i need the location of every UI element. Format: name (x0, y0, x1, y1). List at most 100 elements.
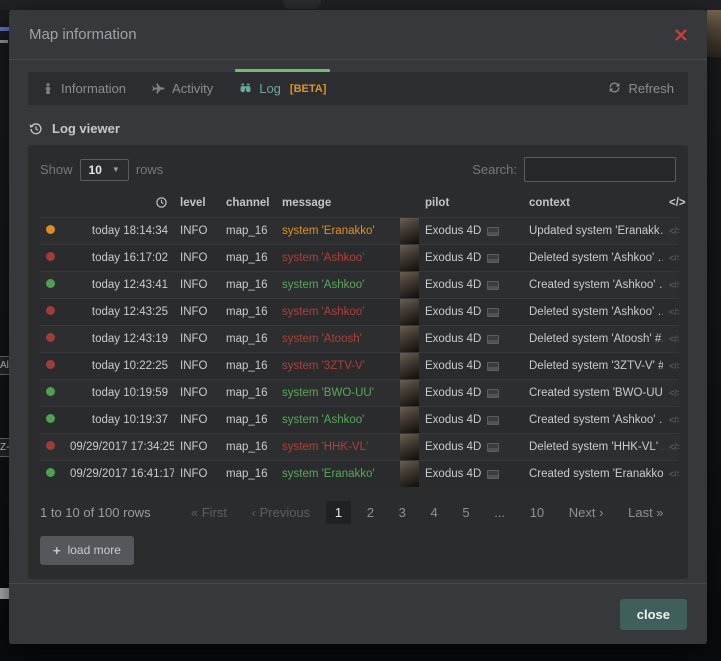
plane-icon (152, 82, 165, 95)
page-size-select[interactable]: 10 ▼ (80, 159, 129, 181)
code-toggle-icon[interactable]: </> (669, 415, 679, 425)
tab-log[interactable]: Log [BETA] (239, 72, 326, 105)
log-row[interactable]: today 10:19:37 INFO map_16 system 'Ashko… (40, 407, 679, 434)
character-card-icon[interactable] (487, 389, 499, 398)
pilot-name: Exodus 4D (425, 306, 481, 318)
log-row[interactable]: today 10:22:25 INFO map_16 system '3ZTV-… (40, 353, 679, 380)
code-toggle-icon[interactable]: </> (669, 388, 679, 398)
context-column-header[interactable]: context (523, 191, 663, 218)
code-toggle-icon[interactable]: </> (669, 280, 679, 290)
channel-column-header[interactable]: channel (220, 191, 276, 218)
character-card-icon[interactable] (487, 254, 499, 263)
character-card-icon[interactable] (487, 470, 499, 479)
code-toggle-icon[interactable]: </> (669, 442, 679, 452)
log-row[interactable]: today 12:43:41 INFO map_16 system 'Ashko… (40, 272, 679, 299)
pilot-avatar (400, 353, 419, 379)
beta-badge: [BETA] (290, 83, 326, 95)
pilot-column-header[interactable]: pilot (419, 191, 523, 218)
pilot-name: Exodus 4D (425, 252, 481, 264)
pager: « First ‹ Previous 12345... 10 Next › Las… (179, 501, 676, 524)
context-cell: Deleted system 'Ashkoo' … (523, 245, 663, 272)
code-toggle-icon[interactable]: </> (669, 307, 679, 317)
status-cell (40, 245, 64, 272)
pilot-avatar (400, 326, 419, 352)
avatar-cell (394, 245, 419, 272)
pager-page[interactable]: 4 (421, 501, 446, 524)
channel-cell: map_16 (220, 218, 276, 245)
pager-next[interactable]: Next › (560, 501, 613, 524)
pilot-cell: Exodus 4D (419, 245, 523, 272)
message-cell: system 'Ashkoo' (276, 407, 394, 434)
context-cell: Updated system 'Eranakk… (523, 218, 663, 245)
channel-cell: map_16 (220, 272, 276, 299)
context-cell: Created system 'Ashkoo' … (523, 272, 663, 299)
pager-page[interactable]: 2 (358, 501, 383, 524)
pager-page[interactable]: 3 (390, 501, 415, 524)
search-input[interactable] (524, 157, 676, 182)
level-column-header[interactable]: level (174, 191, 220, 218)
level-cell: INFO (174, 461, 220, 488)
log-row[interactable]: today 12:43:19 INFO map_16 system 'Atoos… (40, 326, 679, 353)
close-icon[interactable] (675, 29, 687, 41)
level-cell: INFO (174, 326, 220, 353)
background-blob (283, 0, 321, 9)
pager-page[interactable]: 1 (326, 501, 351, 524)
avatar-cell (394, 434, 419, 461)
timestamp-cell: today 12:43:25 (64, 299, 174, 326)
pager-page[interactable]: ... (485, 501, 514, 524)
context-cell: Deleted system 'HHK-VL' … (523, 434, 663, 461)
channel-cell: map_16 (220, 299, 276, 326)
code-toggle-icon[interactable]: </> (669, 334, 679, 344)
level-cell: INFO (174, 380, 220, 407)
log-row[interactable]: 09/29/2017 17:34:25 INFO map_16 system '… (40, 434, 679, 461)
refresh-button[interactable]: Refresh (608, 81, 674, 97)
speaker-icon (42, 82, 54, 95)
log-row[interactable]: today 10:19:59 INFO map_16 system 'BWO-U… (40, 380, 679, 407)
log-row[interactable]: today 16:17:02 INFO map_16 system 'Ashko… (40, 245, 679, 272)
tab-activity[interactable]: Activity (152, 72, 213, 105)
pager-page[interactable]: 5 (453, 501, 478, 524)
log-row[interactable]: today 12:43:25 INFO map_16 system 'Ashko… (40, 299, 679, 326)
level-cell: INFO (174, 434, 220, 461)
pilot-avatar (400, 218, 419, 244)
character-card-icon[interactable] (487, 362, 499, 371)
level-cell: INFO (174, 218, 220, 245)
character-card-icon[interactable] (487, 416, 499, 425)
character-card-icon[interactable] (487, 335, 499, 344)
pager-page[interactable]: 10 (521, 501, 553, 524)
code-toggle-icon[interactable]: </> (669, 361, 679, 371)
timestamp-column-header[interactable] (64, 191, 174, 218)
message-cell: system 'Eranakko' (276, 461, 394, 488)
code-toggle-icon[interactable]: </> (669, 253, 679, 263)
status-column-header (40, 191, 64, 218)
pager-last[interactable]: Last » (619, 501, 672, 524)
status-cell (40, 434, 64, 461)
log-row[interactable]: 09/29/2017 16:41:17 INFO map_16 system '… (40, 461, 679, 488)
avatar-cell (394, 218, 419, 245)
character-card-icon[interactable] (487, 443, 499, 452)
code-toggle-icon[interactable]: </> (669, 469, 679, 479)
context-cell: Deleted system 'Ashkoo' … (523, 299, 663, 326)
pilot-cell: Exodus 4D (419, 380, 523, 407)
tab-log-label: Log (259, 81, 281, 96)
message-cell: system 'Atoosh' (276, 326, 394, 353)
pager-first[interactable]: « First (182, 501, 236, 524)
timestamp-cell: today 18:14:34 (64, 218, 174, 245)
tab-information[interactable]: Information (42, 72, 126, 105)
dialog-tab-bar: Information Activity Log [BETA] Refresh (28, 72, 688, 105)
character-card-icon[interactable] (487, 308, 499, 317)
status-dot (46, 360, 55, 369)
context-cell: Created system 'Eranakko… (523, 461, 663, 488)
close-button[interactable]: close (620, 599, 687, 630)
character-card-icon[interactable] (487, 281, 499, 290)
pilot-cell: Exodus 4D (419, 434, 523, 461)
character-card-icon[interactable] (487, 227, 499, 236)
code-toggle-icon[interactable]: </> (669, 226, 679, 236)
message-cell: system 'HHK-VL' (276, 434, 394, 461)
message-column-header[interactable]: message (276, 191, 394, 218)
avatar-cell (394, 407, 419, 434)
load-more-button[interactable]: + load more (40, 536, 134, 565)
log-row[interactable]: today 18:14:34 INFO map_16 system 'Erana… (40, 218, 679, 245)
pager-previous[interactable]: ‹ Previous (243, 501, 320, 524)
background-map-line (0, 27, 9, 31)
